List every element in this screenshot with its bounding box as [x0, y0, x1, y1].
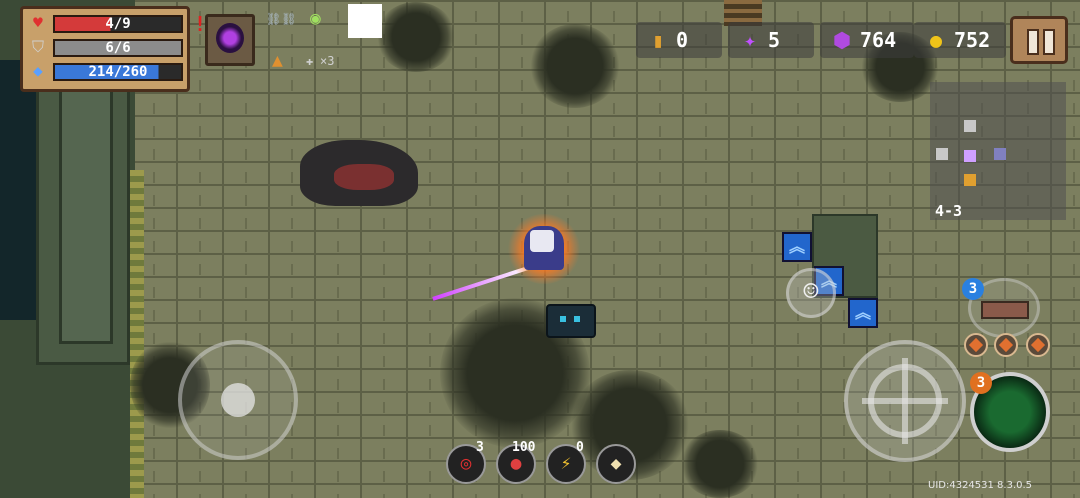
crystal-icon: ✦	[743, 28, 757, 52]
energy-bar: 214/260	[53, 63, 183, 81]
heart-icon: ♥	[33, 13, 43, 32]
skill-charge-badge: 3	[970, 372, 992, 394]
cross-buff-icon: ✚	[306, 54, 314, 68]
joystick-knob[interactable]	[221, 383, 255, 417]
shield-icon: ⛉	[31, 37, 44, 56]
scorch-mark	[530, 24, 620, 108]
player-character	[508, 214, 580, 284]
level-label: 4-3	[935, 202, 963, 220]
armor-value: 6/6	[105, 40, 131, 56]
minimap[interactable]	[930, 82, 1066, 220]
stone-pillar	[36, 60, 130, 365]
crystal-counter: ✦ 5	[728, 22, 814, 58]
chevron-up-icon: ︽	[848, 298, 878, 328]
attachment-slot[interactable]	[1026, 333, 1050, 357]
attack-button[interactable]	[844, 340, 966, 462]
smiley-icon: ☺	[803, 277, 819, 307]
gem-counter: ⬢ 764	[820, 22, 914, 58]
attachment-slot[interactable]	[964, 333, 988, 357]
game-viewport: ︽ ︽ ︽ ♥ 4/9 ⛉ 6/6 ◆ 214/260 ! ⛓⛓ ◉ ▲ ✚ ×…	[0, 0, 1080, 498]
move-joystick[interactable]	[178, 340, 298, 460]
current-room	[964, 150, 976, 162]
hp-value: 4/9	[105, 16, 131, 32]
gold-counter: ● 752	[914, 22, 1006, 58]
scorch-mark	[376, 2, 456, 72]
buff-stack: ×3	[320, 54, 335, 68]
blank-buff	[348, 4, 382, 38]
attachment-slot[interactable]	[994, 333, 1018, 357]
bullet-icon: ▮	[651, 28, 665, 52]
pet-cat	[546, 304, 596, 338]
ammo-counter: ▮ 0	[636, 22, 722, 58]
coin-icon: ●	[929, 28, 943, 52]
crosshair-icon	[862, 358, 948, 444]
scorch-mark	[680, 430, 760, 498]
gem-icon: ⬢	[833, 28, 851, 52]
armor-bar: 6/6	[53, 39, 183, 57]
boss-portrait[interactable]	[205, 14, 255, 66]
weapon-ammo-badge: 3	[962, 278, 984, 300]
pause-icon	[1027, 29, 1039, 55]
energy-value: 214/260	[88, 64, 148, 80]
chevron-up-icon: ︽	[782, 232, 812, 262]
emote-button[interactable]: ☺	[786, 268, 836, 318]
gun-icon	[981, 301, 1029, 319]
grass-edge	[130, 170, 144, 498]
enemy-corpse	[300, 140, 418, 206]
void-area	[0, 60, 40, 320]
status-panel: ♥ 4/9 ⛉ 6/6 ◆ 214/260	[20, 6, 190, 92]
hp-bar: 4/9	[53, 15, 183, 33]
chain-buff-icon: ⛓⛓	[266, 12, 297, 26]
pause-button[interactable]	[1010, 16, 1068, 64]
statue-item[interactable]: ◆	[596, 444, 636, 484]
diamond-icon: ◆	[33, 61, 43, 80]
helmet-buff-icon: ▲	[272, 50, 283, 71]
eye-buff-icon: ◉	[310, 8, 321, 29]
uid-label: UID:4324531 8.3.0.5	[928, 480, 1033, 491]
